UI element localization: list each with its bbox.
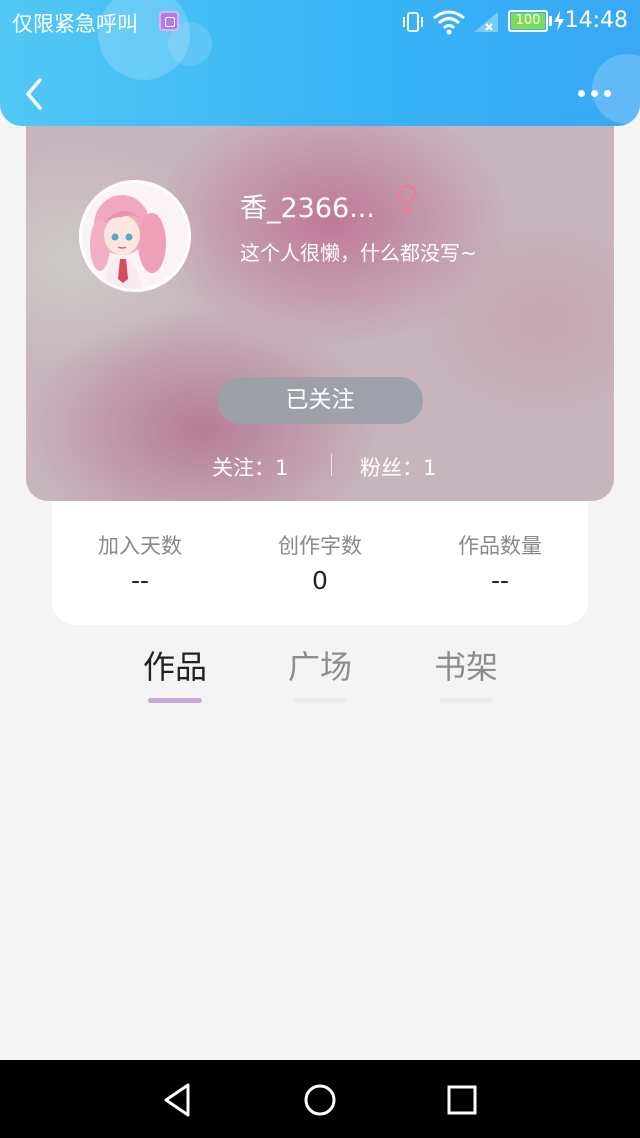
more-button[interactable] [572,78,616,108]
carrier-text: 仅限紧急呼叫 [12,12,138,36]
stat-join-days: 加入天数 -- [60,530,220,595]
more-dots-icon [578,90,585,97]
top-header: 仅限紧急呼叫 100 14:48 [0,0,640,126]
tab-square[interactable]: 广场 [270,642,370,703]
battery-icon: 100 [508,10,548,32]
back-arrow-icon [26,78,42,110]
wifi-icon [433,10,465,35]
stat-label: 加入天数 [98,534,182,558]
female-icon [397,184,417,216]
fans-count[interactable]: 粉丝：1 [360,452,436,482]
more-dots-icon [591,90,598,97]
tab-indicator [148,698,202,703]
screen: 仅限紧急呼叫 100 14:48 香_2366... 这个人很懒，什么都没写~ … [0,0,640,1138]
tab-bookshelf[interactable]: 书架 [416,642,516,703]
stat-label: 创作字数 [278,534,362,558]
stat-divider [331,454,332,476]
stat-word-count: 创作字数 0 [240,530,400,595]
bio-text: 这个人很懒，什么都没写~ [240,241,477,265]
status-bar: 仅限紧急呼叫 100 14:48 [0,0,640,44]
stat-label: 作品数量 [458,534,542,558]
vibrate-icon [403,12,423,32]
tab-indicator [293,698,347,703]
stat-value: -- [490,566,510,595]
stat-value: -- [130,566,150,595]
tab-label: 广场 [287,648,352,686]
square-recent-icon[interactable] [442,1080,482,1120]
back-button[interactable] [18,74,52,114]
triangle-back-icon[interactable] [158,1080,198,1120]
tab-works[interactable]: 作品 [125,642,225,703]
more-dots-icon [604,90,611,97]
tab-label: 作品 [142,648,207,686]
circle-home-icon[interactable] [300,1080,340,1120]
avatar[interactable] [79,180,191,292]
tab-indicator [439,698,493,703]
username: 香_2366... [240,193,375,224]
following-count[interactable]: 关注：1 [212,452,288,482]
followed-button[interactable]: 已关注 [217,377,423,424]
avatar-image [82,183,188,289]
tab-label: 书架 [433,648,498,686]
system-navigation-bar [0,1060,640,1138]
stat-value: 0 [312,566,328,595]
gallery-notification-icon [159,11,179,31]
profile-card: 香_2366... 这个人很懒，什么都没写~ 已关注 关注：1 粉丝：1 [26,100,614,501]
signal-icon [474,12,498,32]
clock: 14:48 [564,8,628,33]
stat-works-count: 作品数量 -- [420,530,580,595]
battery-percent: 100 [515,13,541,28]
